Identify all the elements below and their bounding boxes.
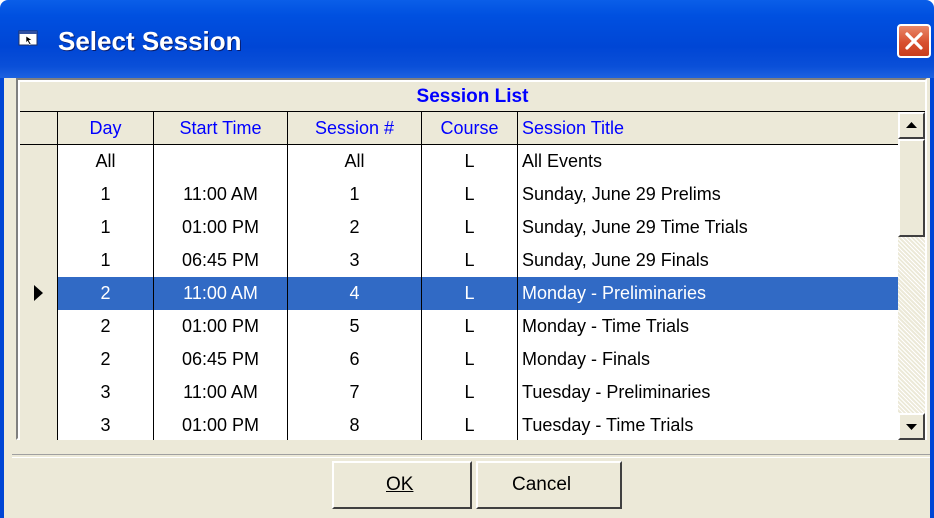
cell-day[interactable]: 3 [58, 409, 154, 440]
scroll-thumb[interactable] [898, 139, 925, 237]
window-icon [18, 30, 38, 46]
window-frame-right [930, 78, 934, 518]
cell-session-number[interactable]: All [288, 145, 422, 178]
cancel-button-label: Cancel [512, 474, 572, 495]
cell-session-title[interactable]: Sunday, June 29 Prelims [518, 178, 898, 211]
cell-start-time[interactable]: 06:45 PM [154, 343, 288, 376]
cell-day[interactable]: 2 [58, 277, 154, 310]
cell-day[interactable]: 1 [58, 178, 154, 211]
cell-session-number[interactable]: 2 [288, 211, 422, 244]
scroll-down-arrow-icon [906, 424, 917, 430]
cell-course[interactable]: L [422, 145, 518, 178]
cell-session-number[interactable]: 3 [288, 244, 422, 277]
table-row[interactable]: 3 01:00 PM 8 L Tuesday - Time Trials [20, 409, 898, 440]
footer-separator [12, 454, 930, 458]
cell-session-title[interactable]: Monday - Finals [518, 343, 898, 376]
table-row[interactable]: All All L All Events [20, 145, 898, 179]
title-bar[interactable]: Select Session [0, 0, 934, 78]
cell-day[interactable]: 1 [58, 211, 154, 244]
row-selector[interactable] [20, 244, 58, 277]
session-grid[interactable]: Session List Day Start Time Session # Co… [16, 78, 927, 440]
cell-day[interactable]: 2 [58, 343, 154, 376]
cell-start-time[interactable]: 11:00 AM [154, 178, 288, 211]
cell-course[interactable]: L [422, 244, 518, 277]
select-session-dialog: Select Session Session List Day Start Ti… [0, 0, 934, 518]
scroll-up-arrow-icon [906, 122, 917, 128]
cell-session-number[interactable]: 6 [288, 343, 422, 376]
cell-day[interactable]: 1 [58, 244, 154, 277]
cell-day[interactable]: 2 [58, 310, 154, 343]
table-row[interactable]: 1 06:45 PM 3 L Sunday, June 29 Finals [20, 244, 898, 278]
cell-session-title[interactable]: Sunday, June 29 Finals [518, 244, 898, 277]
cell-course[interactable]: L [422, 310, 518, 343]
grid-caption: Session List [20, 82, 925, 112]
column-header-row: Day Start Time Session # Course Session … [20, 112, 898, 145]
cell-start-time[interactable]: 01:00 PM [154, 310, 288, 343]
row-selector[interactable] [20, 145, 58, 178]
row-selector[interactable] [20, 409, 58, 440]
cell-start-time[interactable] [154, 145, 288, 178]
cancel-button[interactable]: Cancel [476, 461, 622, 509]
session-rows: All All L All Events 1 11:00 AM 1 L Sunday, June… [20, 145, 898, 440]
row-selector[interactable] [20, 310, 58, 343]
cell-day[interactable]: 3 [58, 376, 154, 409]
cell-session-title[interactable]: Monday - Preliminaries [518, 277, 898, 310]
cell-start-time[interactable]: 06:45 PM [154, 244, 288, 277]
cell-course[interactable]: L [422, 409, 518, 440]
ok-button-label: OK [386, 474, 414, 495]
ok-button[interactable]: OK [332, 461, 472, 509]
cell-day[interactable]: All [58, 145, 154, 178]
cell-session-number[interactable]: 5 [288, 310, 422, 343]
window-title: Select Session [58, 26, 242, 56]
column-header-session-title[interactable]: Session Title [518, 112, 898, 144]
cell-session-title[interactable]: Tuesday - Preliminaries [518, 376, 898, 409]
table-row[interactable]: 2 06:45 PM 6 L Monday - Finals [20, 343, 898, 377]
cell-session-title[interactable]: Tuesday - Time Trials [518, 409, 898, 440]
cell-start-time[interactable]: 11:00 AM [154, 376, 288, 409]
table-row[interactable]: 3 11:00 AM 7 L Tuesday - Preliminaries [20, 376, 898, 410]
close-button[interactable] [897, 24, 931, 58]
cell-session-title[interactable]: All Events [518, 145, 898, 178]
cell-start-time[interactable]: 11:00 AM [154, 277, 288, 310]
row-selector[interactable] [20, 343, 58, 376]
row-selector[interactable] [20, 211, 58, 244]
column-header-day[interactable]: Day [58, 112, 154, 144]
scroll-down-button[interactable] [898, 413, 925, 440]
table-row[interactable]: 2 01:00 PM 5 L Monday - Time Trials [20, 310, 898, 344]
vertical-scrollbar[interactable] [898, 112, 925, 440]
close-icon [905, 32, 923, 50]
scroll-up-button[interactable] [898, 112, 925, 139]
cell-session-number[interactable]: 8 [288, 409, 422, 440]
cell-session-number[interactable]: 1 [288, 178, 422, 211]
cell-course[interactable]: L [422, 178, 518, 211]
row-pointer-icon [34, 285, 43, 301]
column-header-course[interactable]: Course [422, 112, 518, 144]
cell-session-title[interactable]: Monday - Time Trials [518, 310, 898, 343]
row-selector[interactable] [20, 277, 58, 310]
cell-course[interactable]: L [422, 277, 518, 310]
row-selector-header [20, 112, 58, 144]
table-row[interactable]: 1 01:00 PM 2 L Sunday, June 29 Time Trials [20, 211, 898, 245]
cell-course[interactable]: L [422, 376, 518, 409]
column-header-session-number[interactable]: Session # [288, 112, 422, 144]
row-selector[interactable] [20, 178, 58, 211]
cell-session-title[interactable]: Sunday, June 29 Time Trials [518, 211, 898, 244]
cell-course[interactable]: L [422, 343, 518, 376]
cell-start-time[interactable]: 01:00 PM [154, 211, 288, 244]
table-row[interactable]: 1 11:00 AM 1 L Sunday, June 29 Prelims [20, 178, 898, 212]
row-selector[interactable] [20, 376, 58, 409]
cell-course[interactable]: L [422, 211, 518, 244]
table-row[interactable]: 2 11:00 AM 4 L Monday - Preliminaries [20, 277, 898, 311]
cell-session-number[interactable]: 7 [288, 376, 422, 409]
cell-session-number[interactable]: 4 [288, 277, 422, 310]
cell-start-time[interactable]: 01:00 PM [154, 409, 288, 440]
column-header-start-time[interactable]: Start Time [154, 112, 288, 144]
